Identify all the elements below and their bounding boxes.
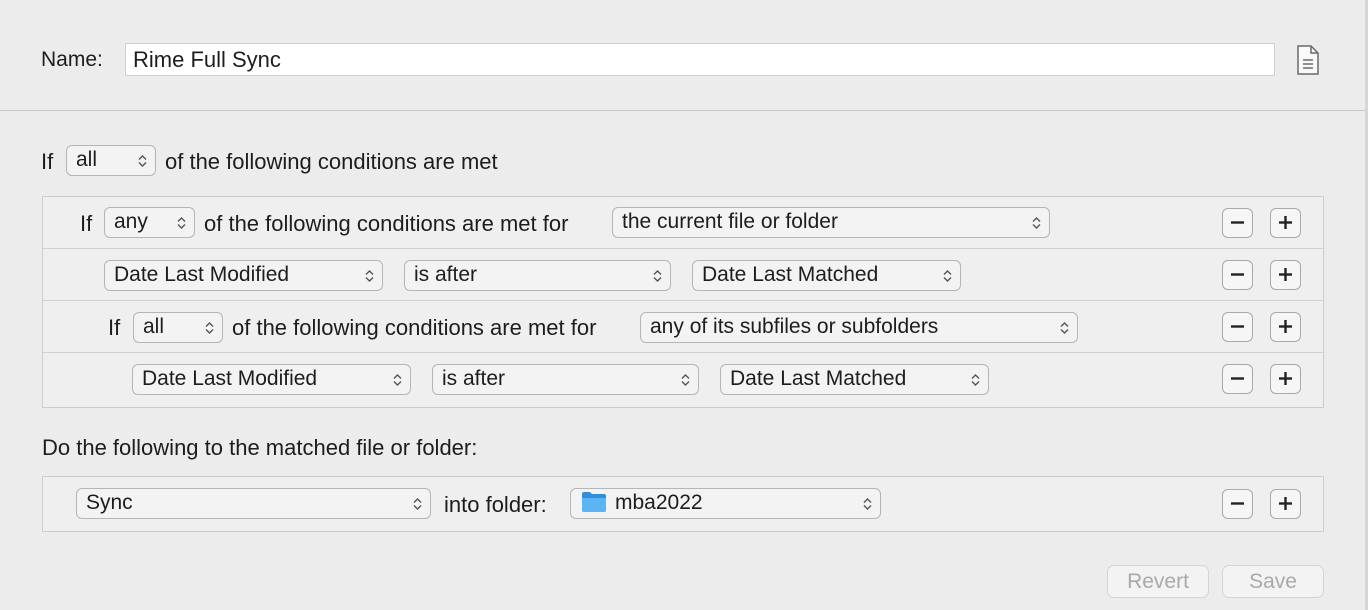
remove-row-button[interactable] — [1222, 364, 1253, 394]
chevron-updown-icon — [205, 322, 214, 334]
cond2-operator-popup[interactable]: is after — [432, 364, 699, 395]
chevron-updown-icon — [393, 374, 402, 386]
chevron-updown-icon — [653, 270, 662, 282]
outer-quantifier-popup[interactable]: all — [66, 145, 156, 176]
group1-target-popup[interactable]: the current file or folder — [612, 207, 1050, 238]
row-divider — [43, 352, 1323, 353]
cond1-operator-value: is after — [414, 263, 478, 286]
chevron-updown-icon — [138, 155, 147, 167]
group1-quantifier-value: any — [114, 210, 148, 233]
group2-target-value: any of its subfiles or subfolders — [650, 315, 939, 338]
folder-popup[interactable]: mba2022 — [570, 488, 881, 519]
group2-quantifier-value: all — [143, 315, 165, 338]
add-row-button[interactable] — [1270, 208, 1301, 238]
chevron-updown-icon — [681, 374, 690, 386]
cond1-attribute-popup[interactable]: Date Last Modified — [104, 260, 383, 291]
minus-icon — [1231, 221, 1244, 224]
cond2-operator-value: is after — [442, 367, 506, 390]
minus-icon — [1231, 273, 1244, 276]
add-row-button[interactable] — [1270, 260, 1301, 290]
cond1-operator-popup[interactable]: is after — [404, 260, 671, 291]
outer-if-label: If — [41, 149, 54, 174]
add-action-button[interactable] — [1270, 489, 1301, 519]
add-row-button[interactable] — [1270, 312, 1301, 342]
outer-conditions-text: of the following conditions are met — [165, 149, 498, 174]
save-button[interactable]: Save — [1222, 565, 1324, 598]
chevron-updown-icon — [1032, 217, 1041, 229]
group2-quantifier-popup[interactable]: all — [133, 312, 223, 343]
outer-quantifier-value: all — [76, 148, 98, 171]
plus-icon — [1279, 268, 1292, 281]
name-label: Name: — [41, 48, 103, 71]
row-divider — [43, 248, 1323, 249]
row-divider — [43, 300, 1323, 301]
group2-conditions-text: of the following conditions are met for — [232, 315, 597, 340]
remove-row-button[interactable] — [1222, 312, 1253, 342]
chevron-updown-icon — [177, 217, 186, 229]
action-verb-value: Sync — [86, 491, 133, 514]
plus-icon — [1279, 216, 1292, 229]
cond2-value-popup[interactable]: Date Last Matched — [720, 364, 989, 395]
cond1-attribute-value: Date Last Modified — [114, 263, 290, 286]
minus-icon — [1231, 377, 1244, 380]
remove-row-button[interactable] — [1222, 208, 1253, 238]
name-section: Name: — [0, 0, 1365, 111]
chevron-updown-icon — [971, 374, 980, 386]
chevron-updown-icon — [943, 270, 952, 282]
into-folder-label: into folder: — [444, 492, 547, 517]
group1-conditions-text: of the following conditions are met for — [204, 211, 569, 236]
action-heading: Do the following to the matched file or … — [42, 435, 478, 460]
chevron-updown-icon — [1060, 322, 1069, 334]
revert-button[interactable]: Revert — [1107, 565, 1209, 598]
add-row-button[interactable] — [1270, 364, 1301, 394]
remove-action-button[interactable] — [1222, 489, 1253, 519]
folder-value: mba2022 — [615, 491, 703, 514]
group2-target-popup[interactable]: any of its subfiles or subfolders — [640, 312, 1078, 343]
group1-if-label: If — [80, 211, 93, 236]
group2-if-label: If — [108, 315, 121, 340]
action-verb-popup[interactable]: Sync — [76, 488, 431, 519]
folder-icon — [582, 491, 606, 512]
cond2-attribute-value: Date Last Modified — [142, 367, 318, 390]
remove-row-button[interactable] — [1222, 260, 1253, 290]
minus-icon — [1231, 502, 1244, 505]
chevron-updown-icon — [863, 498, 872, 510]
cond1-value-popup[interactable]: Date Last Matched — [692, 260, 961, 291]
document-icon[interactable] — [1296, 45, 1320, 75]
minus-icon — [1231, 325, 1244, 328]
plus-icon — [1279, 497, 1292, 510]
plus-icon — [1279, 320, 1292, 333]
cond2-value-value: Date Last Matched — [730, 367, 907, 390]
cond2-attribute-popup[interactable]: Date Last Modified — [132, 364, 411, 395]
group1-target-value: the current file or folder — [622, 210, 838, 233]
chevron-updown-icon — [365, 270, 374, 282]
chevron-updown-icon — [413, 498, 422, 510]
cond1-value-value: Date Last Matched — [702, 263, 879, 286]
plus-icon — [1279, 372, 1292, 385]
rule-name-input[interactable] — [125, 43, 1275, 76]
group1-quantifier-popup[interactable]: any — [104, 207, 195, 238]
